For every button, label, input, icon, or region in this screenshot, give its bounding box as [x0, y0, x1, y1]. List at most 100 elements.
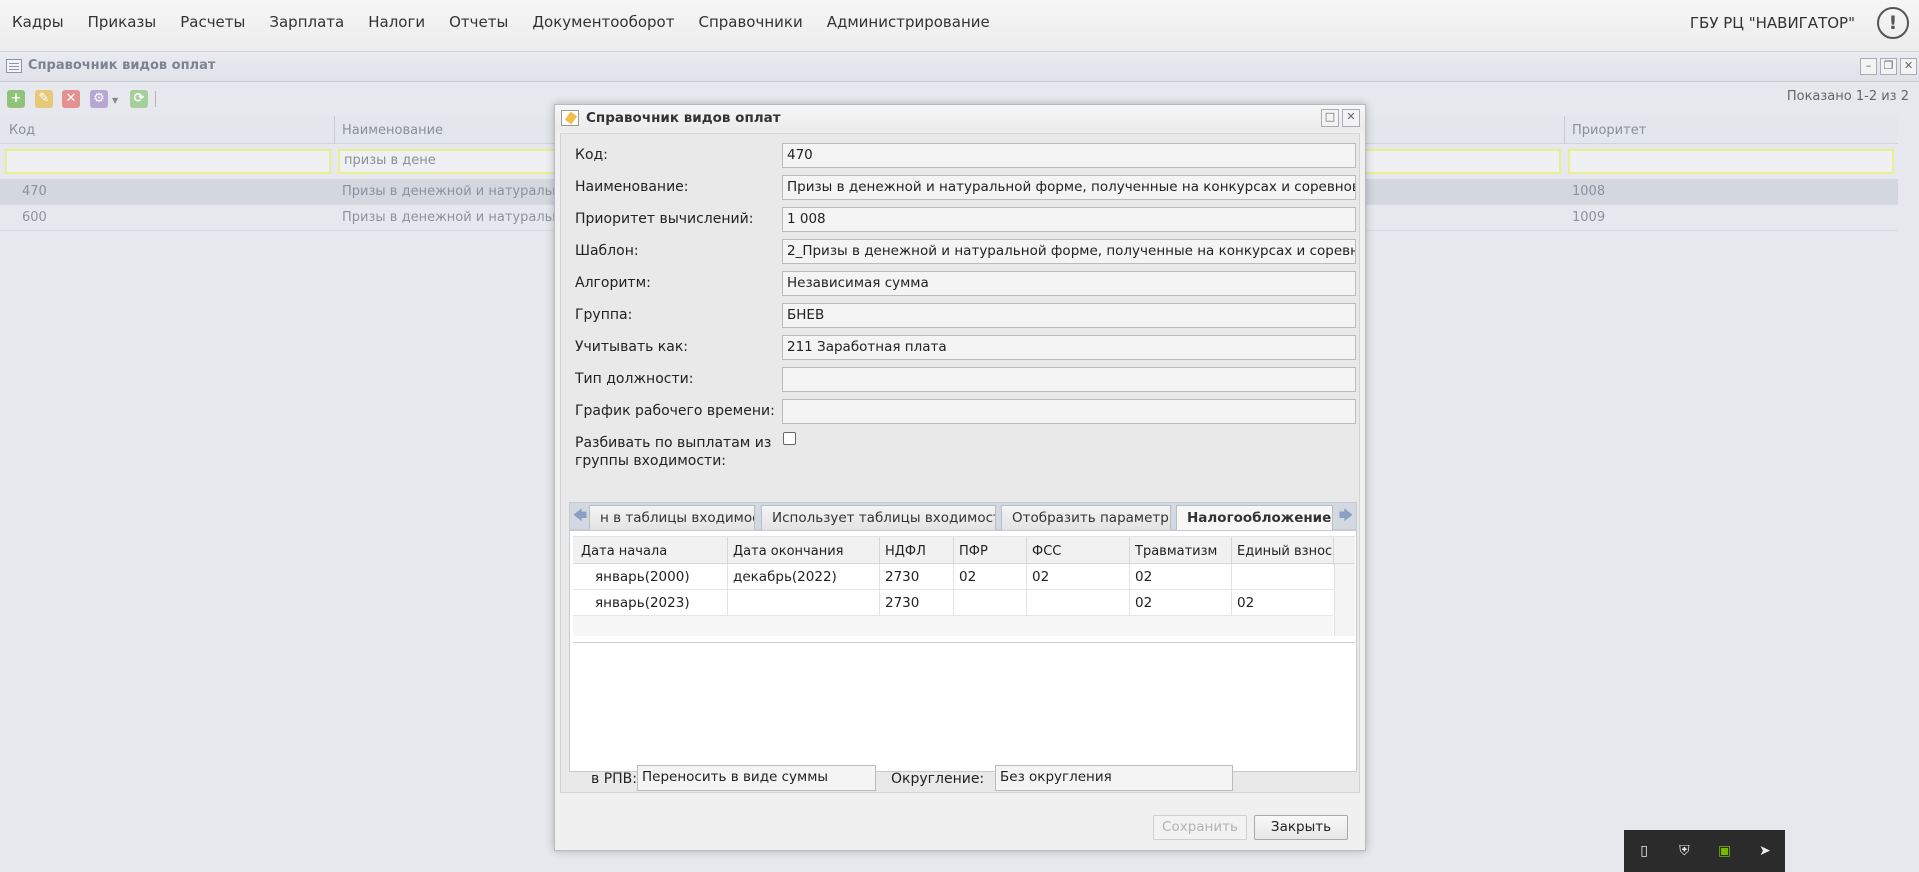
cell-ndfl: 2730: [885, 595, 920, 611]
tab-uses-tables[interactable]: Использует таблицы входимости: [761, 505, 996, 530]
grid-filler-row: [573, 616, 1333, 636]
label-group: Группа:: [575, 307, 633, 323]
label-name: Наименование:: [575, 179, 689, 195]
cell-unified-contribution: 02: [1237, 595, 1255, 611]
column-header-code[interactable]: Код: [9, 123, 35, 138]
minimize-icon[interactable]: –: [1860, 58, 1877, 75]
filter-code-input[interactable]: [5, 149, 331, 174]
menu-item-kadry[interactable]: Кадры: [0, 13, 76, 31]
menu-item-otchety[interactable]: Отчеты: [437, 13, 520, 31]
filter-name-input[interactable]: призы в дене: [338, 149, 558, 174]
filter-extra-input[interactable]: [1360, 149, 1561, 174]
position-type-field[interactable]: [782, 367, 1356, 392]
records-count: Показано 1-2 из 2: [1786, 89, 1909, 104]
main-menu: Кадры Приказы Расчеты Зарплата Налоги От…: [0, 0, 1002, 44]
add-icon[interactable]: +: [7, 90, 25, 108]
label-priority: Приоритет вычислений:: [575, 211, 754, 227]
restore-icon[interactable]: ❐: [1880, 58, 1897, 75]
save-button[interactable]: Сохранить: [1153, 815, 1247, 840]
cell-code: 470: [22, 184, 47, 199]
menu-item-raschety[interactable]: Расчеты: [168, 13, 257, 31]
template-field[interactable]: 2_Призы в денежной и натуральной форме, …: [782, 239, 1356, 264]
column-divider: [1564, 116, 1565, 144]
column-divider: [1026, 564, 1027, 616]
cell-name: Призы в денежной и натуральной: [342, 210, 578, 225]
menu-item-spravochniki[interactable]: Справочники: [686, 13, 814, 31]
taxation-grid-header: Дата начала Дата окончания НДФЛ ПФР ФСС …: [573, 536, 1355, 565]
tab-taxation[interactable]: Налогообложение: [1176, 505, 1333, 531]
top-menu-bar: Кадры Приказы Расчеты Зарплата Налоги От…: [0, 0, 1919, 52]
column-divider: [879, 537, 880, 565]
column-divider: [1333, 537, 1334, 565]
column-divider: [1231, 537, 1232, 565]
rounding-field[interactable]: Без округления: [995, 765, 1233, 791]
name-field[interactable]: Призы в денежной и натуральной форме, по…: [782, 175, 1356, 200]
column-divider: [1231, 564, 1232, 616]
refresh-icon[interactable]: ⟳: [130, 90, 148, 108]
actions-dropdown-icon[interactable]: ⚙: [90, 90, 108, 108]
organization-name: ГБУ РЦ "НАВИГАТОР": [1689, 14, 1855, 32]
column-divider: [727, 537, 728, 565]
cell-end-date: декабрь(2022): [733, 569, 837, 585]
label-position-type: Тип должности:: [575, 371, 694, 387]
background-window-titlebar: Справочник видов оплат – ❐ ✕: [0, 52, 1919, 82]
account-as-field[interactable]: 211 Заработная плата: [782, 335, 1356, 360]
group-field[interactable]: БНЕВ: [782, 303, 1356, 328]
dialog-form: Код: 470 Наименование: Призы в денежной …: [560, 133, 1360, 793]
label-template: Шаблон:: [575, 243, 639, 259]
menu-item-dokumentooborot[interactable]: Документооборот: [520, 13, 686, 31]
split-checkbox[interactable]: [783, 432, 796, 445]
edit-icon[interactable]: ✎: [35, 90, 53, 108]
telegram-icon[interactable]: ➤: [1755, 841, 1775, 861]
cell-code: 600: [22, 210, 47, 225]
menu-item-administrirovanie[interactable]: Администрирование: [815, 13, 1002, 31]
rpv-field[interactable]: Переносить в виде суммы: [637, 765, 876, 791]
column-header-start-date[interactable]: Дата начала: [581, 544, 667, 559]
close-icon[interactable]: ✕: [1342, 109, 1360, 127]
column-divider: [1129, 564, 1130, 616]
label-split-line2: группы входимости:: [575, 453, 727, 469]
column-header-ndfl[interactable]: НДФЛ: [885, 544, 926, 559]
algorithm-field[interactable]: Независимая сумма: [782, 271, 1356, 296]
tab-show-parameters[interactable]: Отобразить параметры: [1001, 505, 1171, 530]
label-rpv: в РПВ:: [591, 771, 637, 787]
edit-dialog: Справочник видов оплат □ ✕ Код: 470 Наим…: [554, 104, 1366, 851]
work-schedule-field[interactable]: [782, 399, 1356, 424]
tab-included-in-tables[interactable]: н в таблицы входимости: [589, 505, 755, 530]
shield-icon[interactable]: ⛨: [1674, 841, 1694, 861]
alert-icon[interactable]: !: [1877, 7, 1909, 39]
column-divider: [1026, 537, 1027, 565]
menu-item-prikazy[interactable]: Приказы: [76, 13, 169, 31]
menu-item-zarplata[interactable]: Зарплата: [257, 13, 356, 31]
cell-ndfl: 2730: [885, 569, 920, 585]
column-header-unified-contribution[interactable]: Единый взнос: [1237, 544, 1332, 559]
column-divider: [727, 564, 728, 616]
label-account-as: Учитывать как:: [575, 339, 689, 355]
column-header-pfr[interactable]: ПФР: [959, 544, 988, 559]
list-window-icon: [6, 59, 22, 73]
maximize-icon[interactable]: □: [1321, 109, 1339, 127]
menu-item-nalogi[interactable]: Налоги: [356, 13, 437, 31]
column-header-priority[interactable]: Приоритет: [1572, 123, 1646, 138]
arrow-right-icon[interactable]: 🡆: [1337, 508, 1355, 525]
cell-injury: 02: [1135, 595, 1153, 611]
column-header-fss[interactable]: ФСС: [1032, 544, 1061, 559]
cell-start-date: январь(2000): [595, 569, 690, 585]
close-icon[interactable]: ✕: [1900, 58, 1917, 75]
column-header-injury[interactable]: Травматизм: [1135, 544, 1217, 559]
filter-priority-input[interactable]: [1568, 149, 1894, 174]
delete-icon[interactable]: ✕: [62, 90, 80, 108]
cell-priority: 1008: [1572, 184, 1606, 199]
arrow-left-icon[interactable]: 🡄: [571, 508, 589, 525]
grid-scrollbar[interactable]: [1334, 564, 1355, 636]
column-divider: [879, 564, 880, 616]
label-rounding: Округление:: [891, 771, 985, 787]
priority-field[interactable]: 1 008: [782, 207, 1356, 232]
column-header-end-date[interactable]: Дата окончания: [733, 544, 843, 559]
code-field[interactable]: 470: [782, 143, 1356, 168]
gpu-icon[interactable]: ▣: [1715, 841, 1735, 861]
column-header-name[interactable]: Наименование: [342, 123, 443, 138]
label-work-schedule: График рабочего времени:: [575, 403, 775, 419]
close-button[interactable]: Закрыть: [1254, 815, 1348, 840]
usb-drive-icon[interactable]: ▯: [1634, 841, 1654, 861]
